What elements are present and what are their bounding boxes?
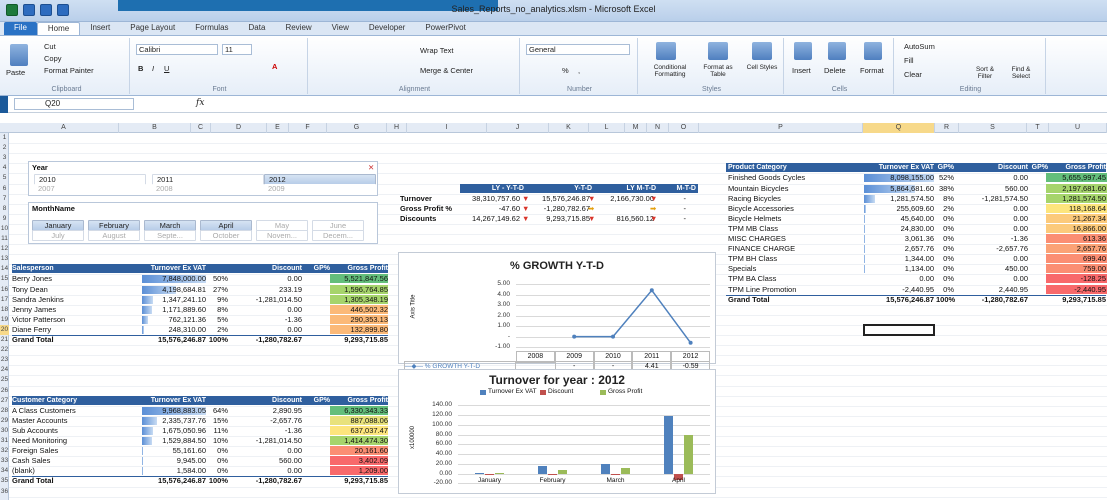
y-tick-label: 20.00: [435, 459, 452, 467]
y-tick-label: 80.00: [435, 430, 452, 438]
y-tick-label: 140.00: [432, 401, 452, 409]
growth-point: [611, 334, 615, 339]
y-tick-label: 0.00: [439, 469, 452, 477]
chart-gridline: [458, 405, 710, 407]
legend-label: Discount: [548, 388, 574, 396]
x-category-label: March: [606, 476, 625, 484]
column-bar: [547, 473, 557, 475]
growth-point: [649, 288, 654, 293]
column-bar: [537, 466, 547, 474]
growth-series-line: [574, 289, 692, 344]
column-bar: [557, 469, 567, 474]
chart-y-axis-title: x100000: [410, 426, 417, 450]
y-tick-label: 60.00: [435, 440, 452, 448]
legend-label: Turnover Ex VAT: [488, 388, 537, 396]
column-bar: [663, 416, 673, 474]
y-tick-label: 100.00: [432, 420, 452, 428]
legend-label: Gross Profit: [608, 388, 643, 396]
data-table-value: [516, 361, 555, 364]
column-bar: [610, 473, 620, 475]
growth-point: [688, 340, 693, 345]
y-tick-label: 40.00: [435, 450, 452, 458]
column-bar: [620, 468, 630, 474]
growth-point: [572, 334, 577, 339]
x-category-label: April: [671, 476, 685, 484]
y-tick-label: -20.00: [433, 479, 452, 487]
x-category-label: February: [539, 476, 566, 484]
x-category-label: January: [477, 476, 502, 484]
legend-swatch: [600, 390, 606, 396]
column-bar: [474, 472, 484, 474]
column-bar: [600, 463, 610, 474]
column-bar: [484, 473, 494, 475]
legend-swatch: [480, 390, 486, 396]
chart-title: Turnover for year : 2012: [489, 373, 625, 388]
legend-swatch: [540, 390, 546, 396]
y-tick-label: 120.00: [432, 411, 452, 419]
column-bar: [494, 473, 504, 475]
column-bar: [683, 435, 693, 474]
